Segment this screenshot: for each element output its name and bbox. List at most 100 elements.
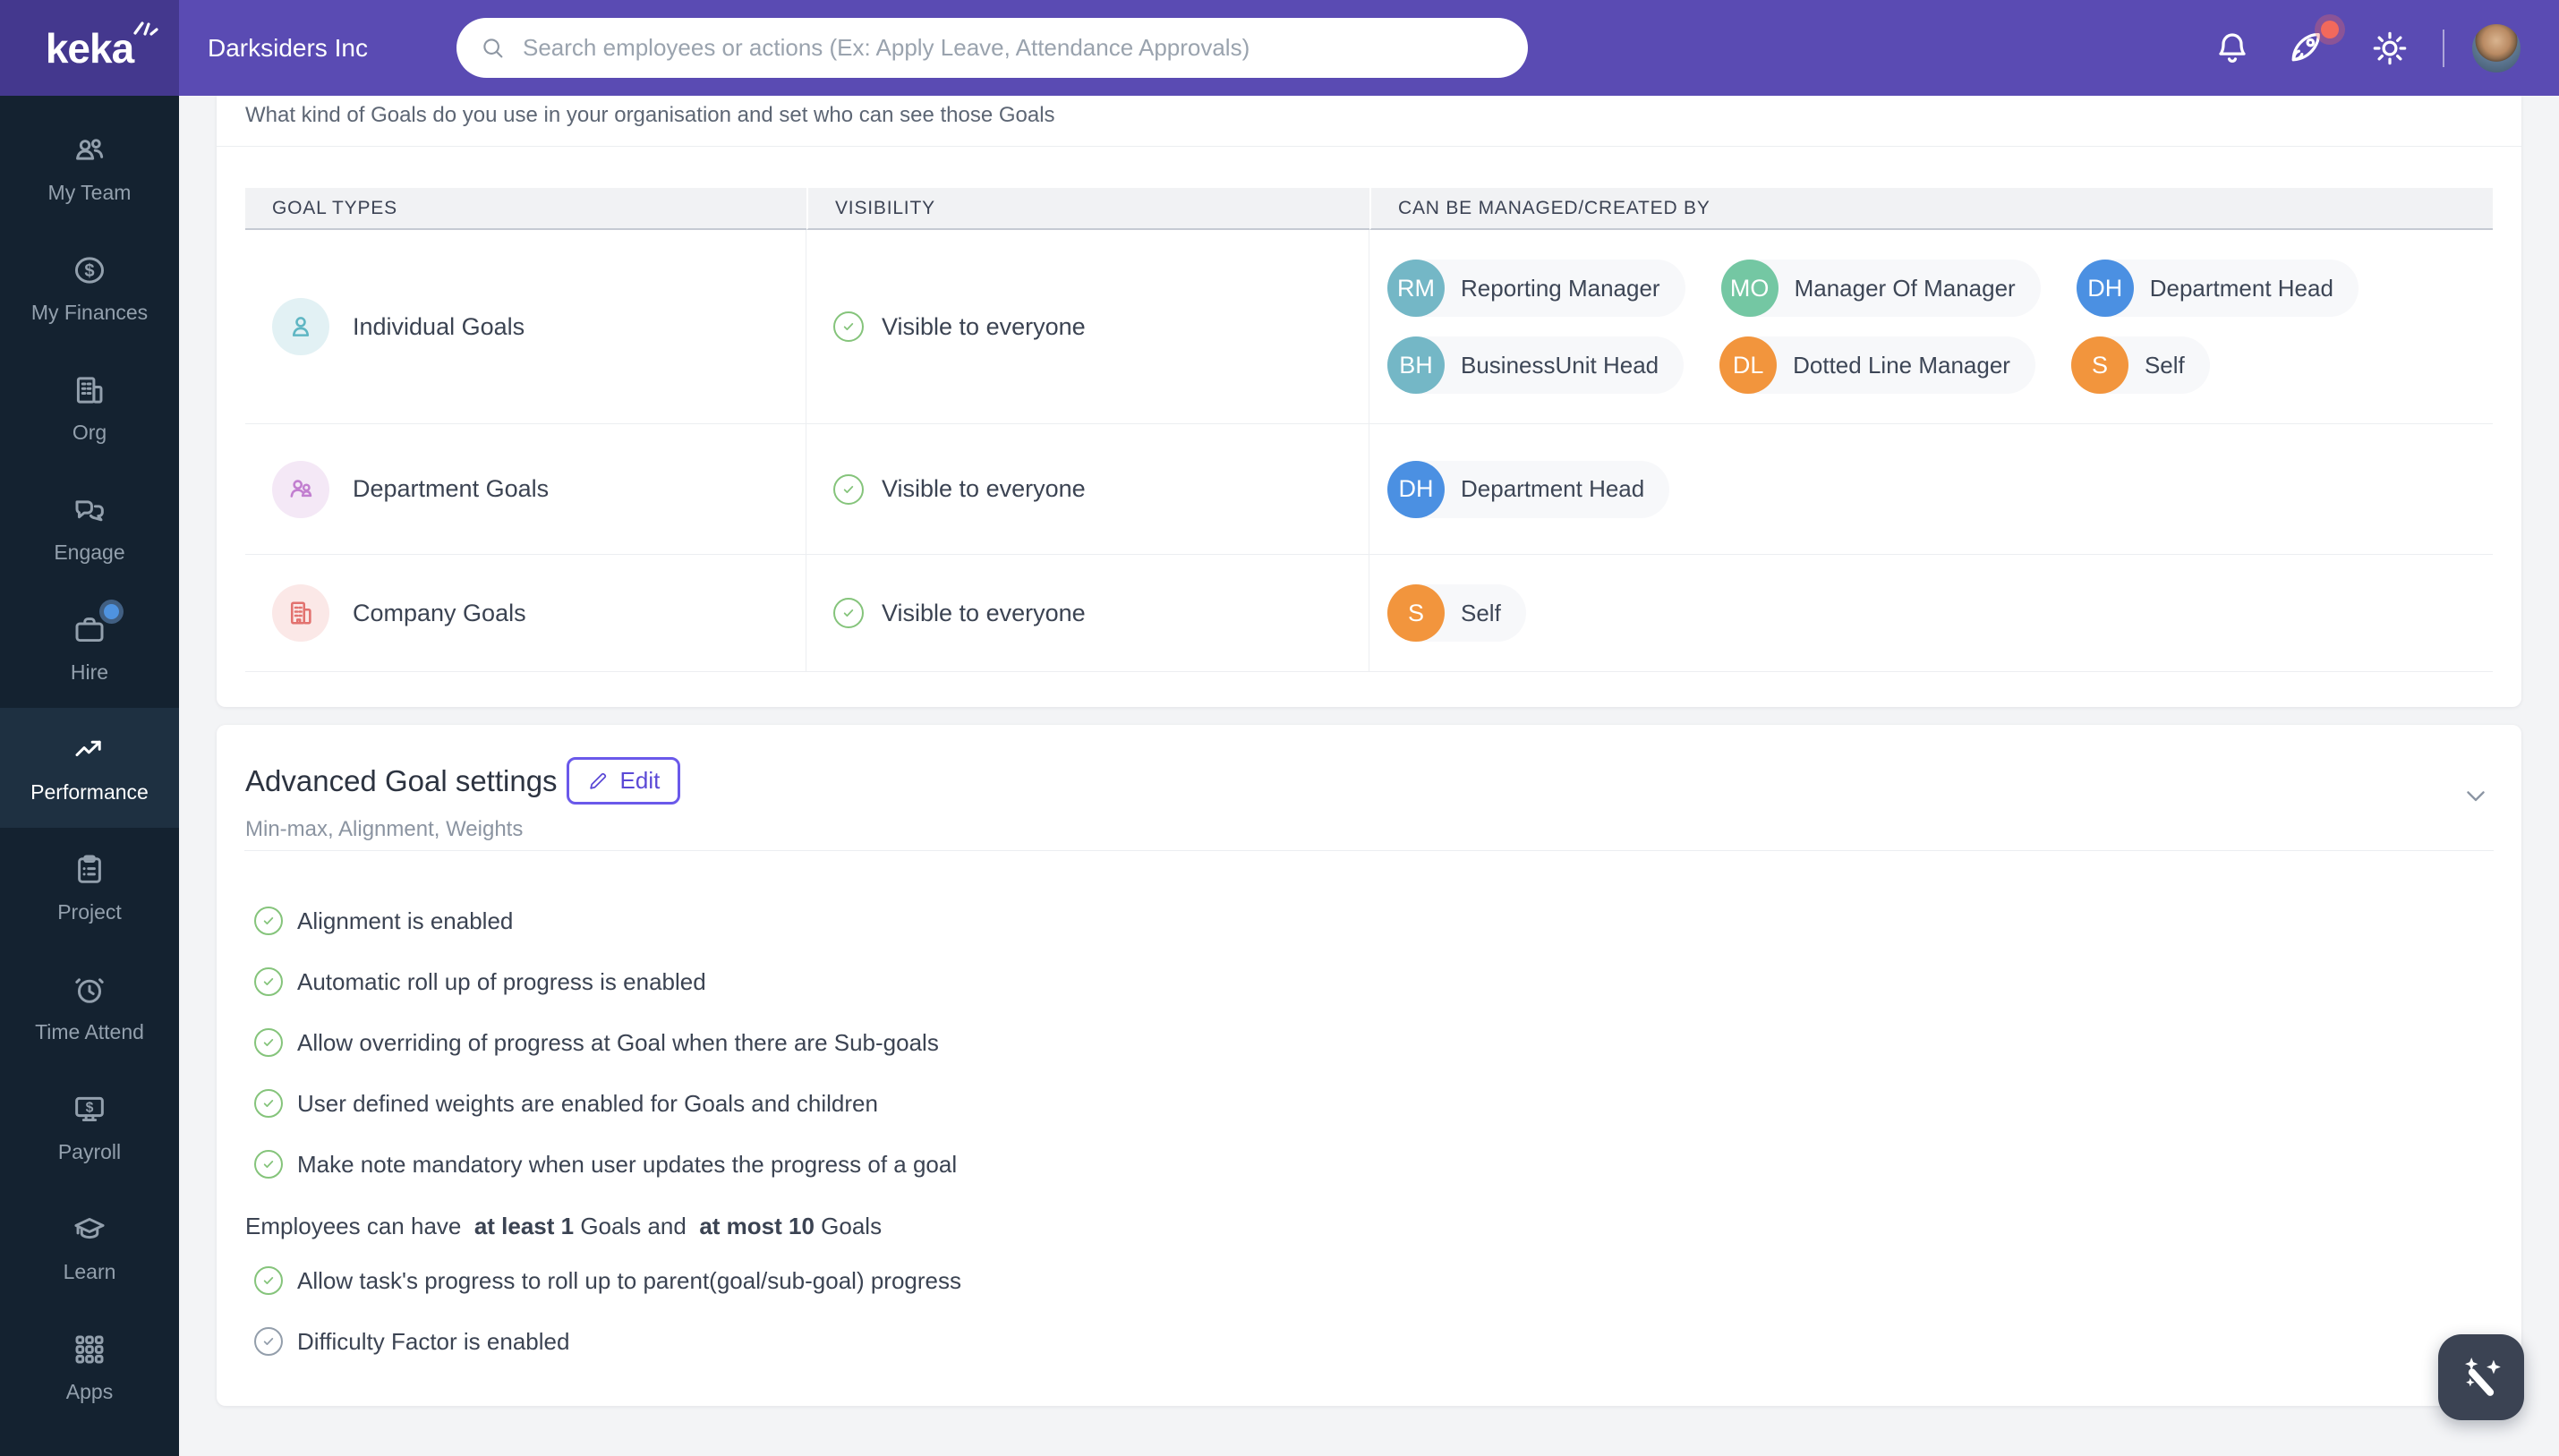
role-badge: DH Department Head [1387, 460, 1670, 518]
svg-text:$: $ [86, 1100, 94, 1115]
magic-wand-button[interactable] [2438, 1334, 2524, 1420]
role-avatar: DL [1719, 336, 1778, 394]
role-avatar: MO [1720, 260, 1779, 317]
role-label: Dotted Line Manager [1793, 351, 2010, 379]
settings-gear-icon[interactable] [2369, 28, 2410, 69]
logo-spark-icon [133, 21, 158, 36]
header-visibility: VISIBILITY [806, 188, 1369, 230]
check-icon [263, 1100, 274, 1107]
building-icon [76, 377, 103, 404]
sidebar-item-label: Project [57, 900, 122, 924]
people-icon [76, 139, 104, 160]
goal-type-label: Company Goals [353, 599, 526, 626]
role-label: Manager Of Manager [1794, 274, 2016, 302]
keka-logo[interactable]: keka [0, 0, 179, 96]
sidebar-item-label: Apps [65, 1380, 114, 1403]
alarm-clock-icon [75, 978, 104, 1003]
role-avatar: BH [1387, 336, 1445, 394]
role-badge: S Self [1387, 584, 1526, 642]
sidebar-item-performance[interactable]: Performance [0, 708, 179, 828]
sidebar-item-label: Learn [63, 1260, 116, 1283]
setting-label: Allow overriding of progress at Goal whe… [297, 1028, 939, 1056]
visibility-check-icon [833, 598, 864, 628]
sidebar-item-org[interactable]: Org [0, 348, 179, 468]
sidebar-item-my-team[interactable]: My Team [0, 108, 179, 228]
dollar-circle-icon: $ [74, 257, 105, 284]
goal-type-label: Individual Goals [353, 312, 525, 340]
edit-button[interactable]: Edit [566, 757, 681, 805]
keka-logo-text: keka [45, 24, 134, 72]
global-search[interactable] [456, 18, 1528, 78]
setting-check-icon [254, 1266, 283, 1295]
sidebar-item-label: Engage [54, 541, 125, 564]
announcements-rocket-icon[interactable] [2285, 27, 2326, 68]
sidebar-item-label: Time Attend [35, 1020, 144, 1043]
user-avatar[interactable] [2472, 24, 2521, 72]
setting-check-icon [254, 907, 283, 935]
setting-check-icon [254, 967, 283, 996]
clipboard-icon [78, 855, 101, 883]
pencil-icon [587, 770, 610, 792]
role-avatar: S [1387, 584, 1445, 642]
role-label: Self [1461, 599, 1501, 626]
sidebar-item-my-finances[interactable]: $ My Finances [0, 228, 179, 348]
setting-check-icon [254, 1089, 283, 1118]
advanced-goal-settings-card: Advanced Goal settings Edit Min-max, Ali… [217, 725, 2521, 1406]
check-icon [263, 1039, 274, 1046]
role-badge: DH Department Head [2076, 260, 2359, 317]
check-icon [263, 978, 274, 985]
managed-by-cell: RM Reporting Manager MO Manager Of Manager D… [1369, 230, 2493, 424]
topbar: keka Darksiders Inc [0, 0, 2559, 96]
notification-dot [2321, 21, 2339, 38]
managed-by-cell: DH Department Head [1369, 424, 2493, 555]
setting-label: Make note mandatory when user updates th… [297, 1150, 958, 1178]
setting-check-icon [254, 1028, 283, 1057]
check-icon [263, 1338, 274, 1345]
goal-type-icon [272, 460, 329, 518]
sidebar-item-learn[interactable]: Learn [0, 1188, 179, 1307]
role-avatar: RM [1387, 260, 1445, 317]
setting-label: Difficulty Factor is enabled [297, 1327, 570, 1355]
hire-notification-dot [104, 604, 119, 619]
setting-label: Automatic roll up of progress is enabled [297, 967, 706, 995]
visibility-label: Visible to everyone [882, 599, 1086, 626]
managed-by-cell: S Self [1369, 555, 2493, 672]
advanced-settings-header: Advanced Goal settings Edit [217, 725, 2521, 805]
role-label: Department Head [1461, 475, 1645, 502]
graduation-cap-icon [74, 1217, 105, 1239]
role-badge: DL Dotted Line Manager [1719, 336, 2035, 394]
role-badge: BH BusinessUnit Head [1387, 336, 1685, 394]
sidebar-item-engage[interactable]: Engage [0, 468, 179, 588]
setting-row: Allow task's progress to roll up to pare… [254, 1265, 2486, 1296]
global-search-input[interactable] [521, 33, 1521, 63]
goals-intro-text: What kind of Goals do you use in your or… [245, 103, 1055, 127]
goal-type-icon [272, 584, 329, 642]
role-label: Reporting Manager [1461, 274, 1660, 302]
role-badge: MO Manager Of Manager [1720, 260, 2041, 317]
notifications-bell-icon[interactable] [2212, 28, 2253, 69]
role-label: BusinessUnit Head [1461, 351, 1659, 379]
header-goal-types: GOAL TYPES [245, 188, 806, 230]
sidebar-item-time-attend[interactable]: Time Attend [0, 948, 179, 1068]
header-managed-by: CAN BE MANAGED/CREATED BY [1369, 188, 2493, 230]
goal-limits-text: Employees can have at least 1 Goals and … [245, 1212, 883, 1239]
sidebar-item-hire[interactable]: Hire [0, 588, 179, 708]
goal-types-table: GOAL TYPES VISIBILITY CAN BE MANAGED/CRE… [245, 188, 2493, 672]
sidebar-item-label: Performance [30, 780, 149, 804]
goal-type-cell: Department Goals [245, 424, 806, 555]
divider [244, 850, 2494, 851]
sidebar-item-label: Payroll [57, 1140, 122, 1163]
visibility-label: Visible to everyone [882, 312, 1086, 340]
setting-row: Allow overriding of progress at Goal whe… [254, 1027, 2486, 1058]
edit-button-label: Edit [619, 767, 661, 794]
visibility-check-icon [833, 473, 864, 505]
sidebar-item-label: My Finances [30, 301, 149, 324]
role-label: Department Head [2149, 274, 2333, 302]
setting-row: Make note mandatory when user updates th… [254, 1149, 2486, 1179]
sidebar-item-apps[interactable]: Apps [0, 1307, 179, 1427]
goal-type-cell: Individual Goals [245, 230, 806, 424]
collapse-chevron-icon[interactable] [2461, 780, 2491, 811]
role-avatar: DH [2076, 260, 2134, 317]
sidebar-item-project[interactable]: Project [0, 828, 179, 948]
sidebar-item-payroll[interactable]: $ Payroll [0, 1068, 179, 1188]
